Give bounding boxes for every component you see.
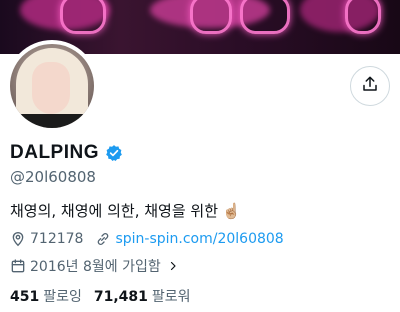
join-date-row[interactable]: 2016년 8월에 가입함 <box>10 256 179 276</box>
location-text: 712178 <box>30 231 84 247</box>
link-icon <box>95 231 111 247</box>
profile-meta-row: 712178 spin-spin.com/20l60808 <box>10 229 296 249</box>
avatar-face <box>32 62 70 114</box>
share-button[interactable] <box>350 66 390 106</box>
verified-badge-icon[interactable] <box>105 144 123 162</box>
pointing-up-emoji: ☝🏼 <box>222 202 241 220</box>
follow-stats: 451 팔로잉 71,481 팔로워 <box>10 286 203 306</box>
following-count: 451 <box>10 289 40 305</box>
banner-neon-shape <box>190 0 232 34</box>
share-icon <box>361 75 379 97</box>
user-handle: @20l60808 <box>10 168 96 186</box>
join-date-text: 2016년 8월에 가입함 <box>30 259 161 275</box>
following-stat[interactable]: 451 팔로잉 <box>10 286 82 306</box>
followers-label: 팔로워 <box>151 289 191 305</box>
location-item: 712178 <box>10 231 83 247</box>
calendar-icon <box>10 258 26 274</box>
profile-bio: 채영의, 채영에 의한, 채영을 위한 ☝🏼 <box>10 200 241 221</box>
following-label: 팔로잉 <box>43 289 82 305</box>
bio-text: 채영의, 채영에 의한, 채영을 위한 <box>10 202 219 220</box>
website-item[interactable]: spin-spin.com/20l60808 <box>95 231 284 247</box>
banner-neon-shape <box>240 0 290 34</box>
followers-count: 71,481 <box>93 289 148 305</box>
chevron-right-icon <box>167 260 179 272</box>
banner-neon-shape <box>345 0 381 34</box>
display-name: DALPING <box>10 142 99 163</box>
followers-stat[interactable]: 71,481 팔로워 <box>94 286 191 306</box>
avatar-photo <box>10 44 94 128</box>
display-name-row: DALPING <box>10 140 123 166</box>
banner-neon-shape <box>60 0 106 34</box>
location-pin-icon <box>10 231 26 247</box>
avatar[interactable] <box>6 40 98 132</box>
website-link[interactable]: spin-spin.com/20l60808 <box>115 231 283 247</box>
avatar-shirt <box>10 114 94 128</box>
